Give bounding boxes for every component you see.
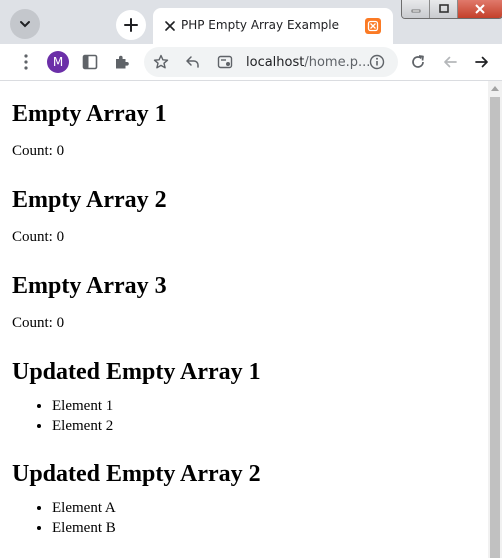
count-text: Count: 0 bbox=[12, 315, 65, 331]
tab-search-button[interactable] bbox=[10, 9, 40, 39]
menu-button[interactable] bbox=[17, 53, 35, 71]
page-info-button[interactable] bbox=[368, 53, 386, 71]
side-panel-icon bbox=[82, 54, 98, 70]
element-list: Element 1 Element 2 bbox=[12, 396, 261, 436]
list-item: Element B bbox=[52, 518, 261, 538]
back-button[interactable] bbox=[440, 52, 460, 72]
maximize-icon bbox=[438, 4, 449, 13]
puzzle-icon bbox=[116, 55, 129, 69]
url-host: localhost bbox=[246, 55, 305, 70]
extensions-button[interactable] bbox=[112, 52, 132, 72]
caret-up-icon bbox=[491, 86, 499, 91]
section-updated-array-1: Updated Empty Array 1 Element 1 Element … bbox=[12, 355, 261, 436]
tab-title: PHP Empty Array Example bbox=[181, 18, 340, 32]
plus-icon bbox=[124, 18, 138, 32]
window-close-button[interactable] bbox=[458, 0, 502, 18]
browser-window: PHP Empty Array Example M localhost/home… bbox=[0, 0, 502, 558]
page-viewport: Empty Array 1 Count: 0 Empty Array 2 Cou… bbox=[0, 81, 488, 558]
forward-button[interactable] bbox=[472, 52, 492, 72]
tab-strip: PHP Empty Array Example bbox=[0, 0, 502, 44]
arrow-left-icon bbox=[444, 56, 457, 68]
section-heading: Empty Array 2 bbox=[12, 187, 167, 213]
list-item: Element 1 bbox=[52, 396, 261, 416]
element-list: Element A Element B bbox=[12, 498, 261, 538]
scrollbar-thumb[interactable] bbox=[490, 97, 500, 558]
reload-icon bbox=[412, 55, 424, 68]
section-heading: Empty Array 3 bbox=[12, 273, 167, 299]
chevron-down-icon bbox=[20, 21, 30, 28]
profile-avatar[interactable]: M bbox=[47, 51, 69, 73]
browser-toolbar: M localhost/home.p... bbox=[0, 44, 502, 81]
close-icon bbox=[165, 21, 175, 31]
tab-active[interactable]: PHP Empty Array Example bbox=[153, 8, 393, 44]
section-heading: Updated Empty Array 1 bbox=[12, 359, 261, 385]
site-info-button[interactable] bbox=[216, 53, 234, 71]
section-updated-array-2: Updated Empty Array 2 Element A Element … bbox=[12, 457, 261, 538]
section-heading: Empty Array 1 bbox=[12, 101, 167, 127]
page-content: Empty Array 1 Count: 0 Empty Array 2 Cou… bbox=[12, 97, 261, 558]
maximize-button[interactable] bbox=[430, 0, 458, 18]
vertical-scrollbar[interactable] bbox=[488, 81, 502, 558]
side-panel-button[interactable] bbox=[80, 52, 100, 72]
section-empty-array-1: Empty Array 1 Count: 0 bbox=[12, 97, 261, 162]
kebab-menu-icon bbox=[24, 54, 28, 70]
arrow-right-icon bbox=[475, 56, 488, 68]
tab-close-button[interactable] bbox=[161, 17, 179, 35]
share-icon bbox=[186, 56, 199, 68]
new-tab-button[interactable] bbox=[116, 10, 146, 40]
count-text: Count: 0 bbox=[12, 143, 65, 159]
url-path: /home.p... bbox=[304, 55, 371, 70]
section-empty-array-2: Empty Array 2 Count: 0 bbox=[12, 183, 261, 248]
list-item: Element A bbox=[52, 498, 261, 518]
scroll-up-button[interactable] bbox=[488, 81, 502, 95]
share-button[interactable] bbox=[184, 53, 202, 71]
minimize-icon bbox=[411, 9, 420, 13]
close-icon bbox=[475, 4, 485, 14]
minimize-button[interactable] bbox=[402, 0, 430, 18]
list-item: Element 2 bbox=[52, 416, 261, 436]
window-controls bbox=[401, 0, 502, 19]
site-settings-icon bbox=[217, 55, 233, 69]
count-text: Count: 0 bbox=[12, 229, 65, 245]
address-bar[interactable]: localhost/home.p... bbox=[144, 47, 398, 77]
info-icon bbox=[369, 54, 385, 70]
xampp-icon bbox=[365, 18, 381, 34]
section-empty-array-3: Empty Array 3 Count: 0 bbox=[12, 269, 261, 334]
star-icon bbox=[153, 54, 169, 69]
url-text[interactable]: localhost/home.p... bbox=[246, 55, 370, 70]
section-heading: Updated Empty Array 2 bbox=[12, 461, 261, 487]
reload-button[interactable] bbox=[408, 52, 428, 72]
bookmark-star-button[interactable] bbox=[152, 53, 170, 71]
